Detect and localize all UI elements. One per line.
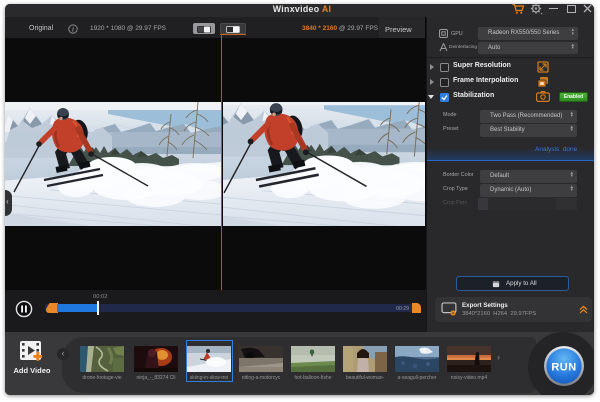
svg-text:RUN: RUN: [551, 362, 576, 374]
svg-text:i: i: [72, 26, 74, 33]
